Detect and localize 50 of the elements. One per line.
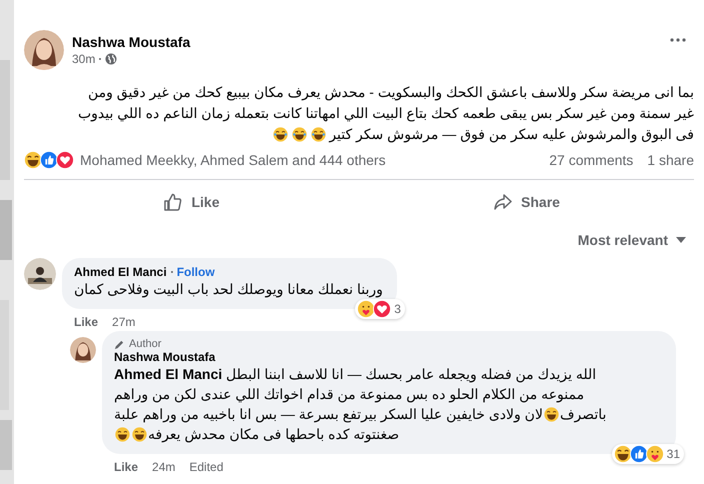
avatar[interactable] [24,258,56,290]
hugging-reaction-icon [357,300,376,318]
like-button[interactable]: Like [151,184,232,220]
laughing-emoji-icon [292,127,308,142]
comment-time[interactable]: 27m [112,315,136,329]
thumbs-up-reaction-icon [40,151,58,169]
commenter-name[interactable]: Nashwa Moustafa [114,350,216,364]
caret-icon [676,237,686,243]
laughing-reaction-icon [24,151,42,169]
commenter-name[interactable]: Ahmed El Manci [74,265,167,279]
like-link[interactable]: Like [114,460,138,474]
comment-text: ممنوعه من الكلام الحلو ده بس ممنوعة من قدام اخواتك اللي عندى لكن من وراهم [114,385,584,404]
author-name[interactable]: Nashwa Moustafa [72,34,190,50]
post-text: فى البوق والمرشوش عليه سكر من فوق — مرشوش سكر كتير [329,125,694,144]
follow-link[interactable]: Follow [176,265,215,279]
laughing-emoji-icon [311,127,326,142]
share-button[interactable]: Share [481,184,572,220]
pencil-icon [114,338,125,350]
comment-text: وربنا نعملك معانا ويوصلك لحد باب البيت وفلاحى كمان [74,280,383,299]
reaction-summary[interactable]: 3 [355,299,405,319]
share-arrow-icon [493,192,514,212]
shares-count[interactable]: 1 share [647,152,694,168]
thumbs-up-icon [163,192,184,212]
post-text: غير سمنة ومن غير سكر بس يبقى طعمه كحك بتاع البيت اللي امهاتنا كانت بتعمله زمان الناعم ده اللي بيدوب [78,104,694,124]
heart-reaction-icon [373,300,392,318]
thumbs-up-reaction-icon [630,445,648,463]
laughing-emoji-icon [115,426,130,442]
author-label: Author [129,338,162,350]
comments-count[interactable]: 27 comments [549,152,634,168]
reactors-text[interactable]: Mohamed Meekky, Ahmed Salem and 444 others [80,152,386,168]
laughing-emoji-icon [273,127,288,142]
laughing-emoji-icon [544,406,559,422]
laughing-reaction-icon [614,445,632,463]
comment-text: صغنتوته كده باحطها فى مكان محدش يعرفه [148,425,400,444]
post-text: بما انى مريضة سكر وللاسف باعشق الكحك والبسكويت - محدش يعرف مكان بيبيع كحك من غير دقيق ومن [88,83,694,102]
hugging-reaction-icon [646,445,664,463]
globe-icon [105,53,118,65]
comment-time[interactable]: 24m [152,460,176,474]
comment-text: لان ولادى خايفين عليا السكر بيرتفع بسرعة — بس انا باخبيه من وراهم علبة [114,405,543,424]
comment-text: باتصرف [560,405,606,424]
avatar[interactable] [70,337,96,363]
edited-label: Edited [189,460,224,474]
like-link[interactable]: Like [74,315,98,329]
laughing-emoji-icon [132,426,147,442]
reaction-summary[interactable]: 31 [612,444,684,464]
heart-reaction-icon [56,151,74,169]
post-time[interactable]: 30m [72,52,96,66]
more-icon[interactable] [670,38,686,42]
avatar[interactable] [24,30,64,70]
sort-dropdown[interactable]: Most relevant [570,228,694,252]
